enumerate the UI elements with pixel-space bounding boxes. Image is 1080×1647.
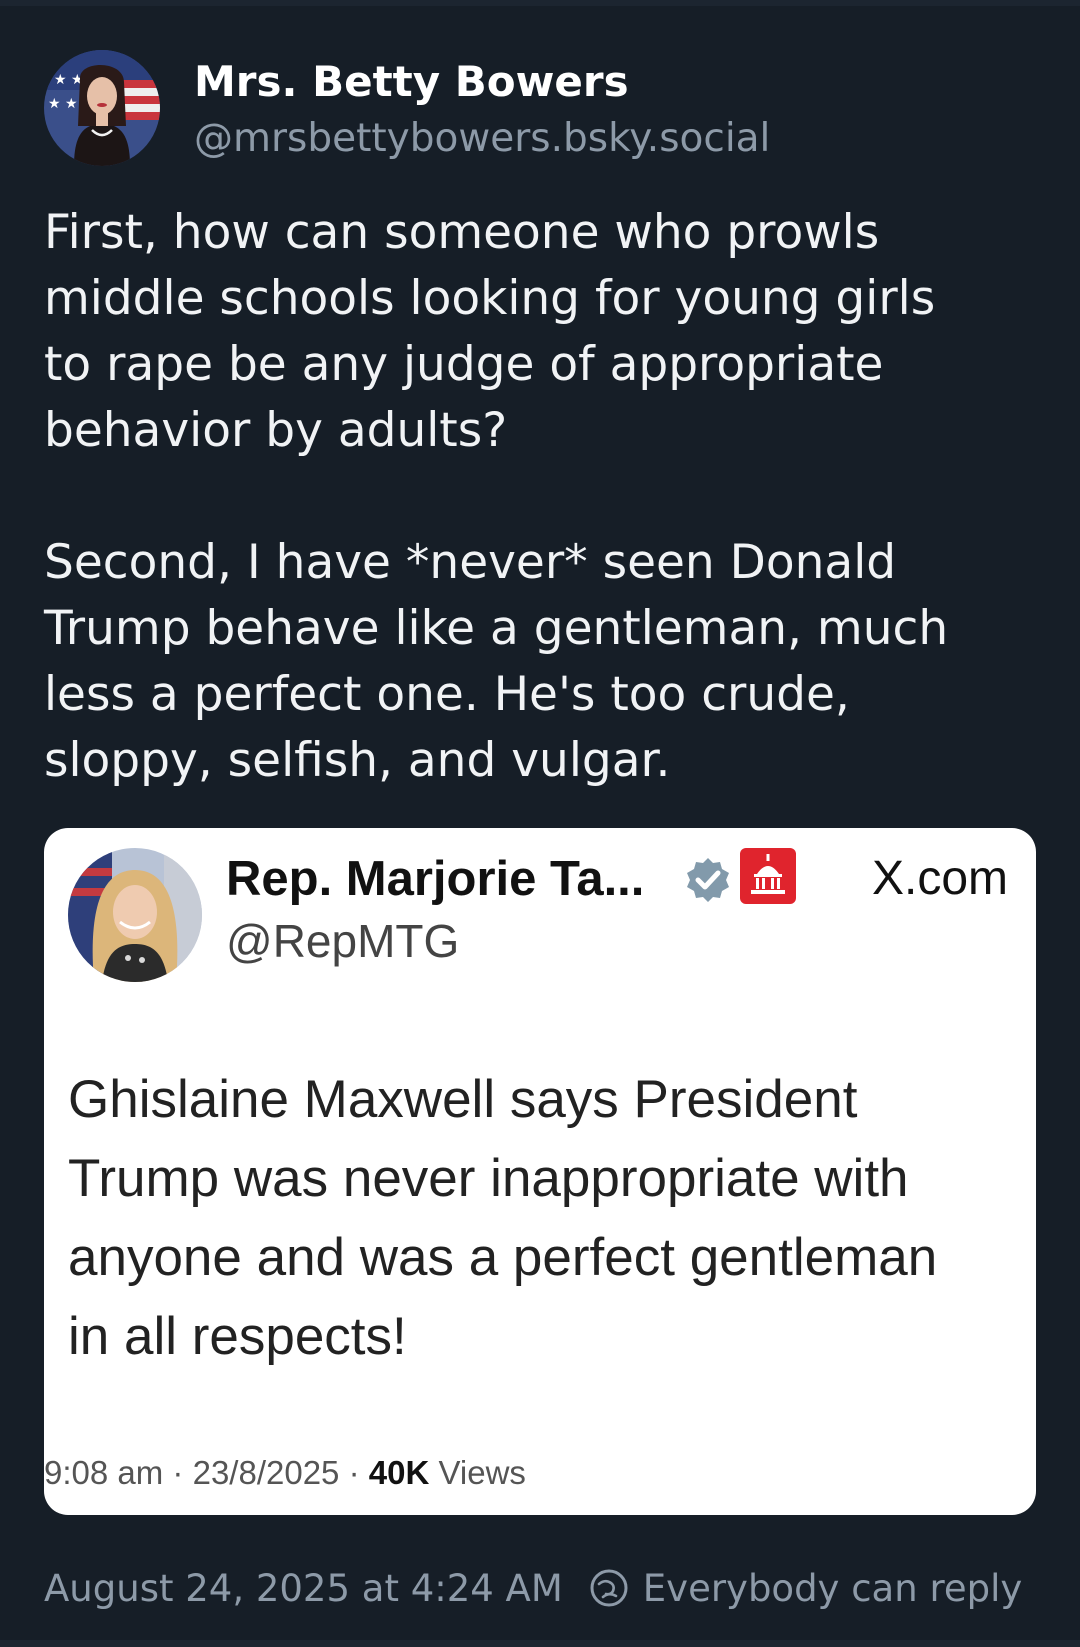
post-text-line: sloppy, selfish, and vulgar. — [44, 733, 671, 788]
post-text-line: behavior by adults? — [44, 403, 508, 458]
author-handle[interactable]: @mrsbettybowers.bsky.social — [194, 113, 770, 165]
embed-text-line: Ghislaine Maxwell says President — [68, 1070, 858, 1129]
embed-handle: @RepMTG — [226, 915, 460, 967]
svg-text:★ ★: ★ ★ — [54, 72, 84, 88]
post-text-line: Second, I have *never* seen Donald — [44, 535, 897, 590]
svg-text:★ ★: ★ ★ — [48, 96, 78, 112]
post-text-line: less a perfect one. He's too crude, — [44, 667, 850, 722]
meta-separator: · — [172, 1454, 184, 1491]
post-text-line: middle schools looking for young girls — [44, 271, 936, 326]
meta-separator: · — [348, 1454, 360, 1491]
embed-views-count: 40K — [368, 1454, 430, 1491]
post-timestamp: August 24, 2025 at 4:24 AM — [44, 1566, 563, 1610]
embed-avatar — [68, 848, 202, 982]
embed-text-line: anyone and was a perfect gentleman — [68, 1228, 938, 1287]
author-display-name[interactable]: Mrs. Betty Bowers — [194, 54, 629, 110]
bottom-divider — [0, 1640, 1080, 1647]
embed-views-label: Views — [438, 1454, 526, 1491]
verified-badge-icon — [684, 856, 732, 904]
embed-text-line: in all respects! — [68, 1307, 407, 1366]
embed-date: 23/8/2025 — [192, 1454, 340, 1491]
post-text-line: to rape be any judge of appropriate — [44, 337, 884, 392]
embedded-image[interactable]: Rep. Marjorie Ta... X.com @RepMTG Ghisla… — [44, 828, 1036, 1515]
post-text-line: First, how can someone who prowls — [44, 205, 880, 260]
everybody-reply-icon — [589, 1568, 629, 1608]
post: ★ ★ ★ ★ Mrs. Betty Bowers @mrsbettybower… — [0, 0, 1080, 1647]
embed-text: Ghislaine Maxwell says President Trump w… — [68, 1060, 1018, 1376]
post-text-line: Trump behave like a gentleman, much — [44, 601, 949, 656]
embed-metadata: 9:08 am · 23/8/2025 · 40K Views — [44, 1450, 526, 1496]
embed-text-line: Trump was never inappropriate with — [68, 1149, 909, 1208]
post-text: First, how can someone who prowls middle… — [44, 200, 1054, 794]
capitol-building-icon — [740, 848, 796, 904]
embed-source-label: X.com — [871, 852, 1008, 905]
embed-time: 9:08 am — [44, 1454, 164, 1491]
avatar-portrait-icon — [68, 848, 202, 982]
author-avatar[interactable]: ★ ★ ★ ★ — [44, 50, 160, 166]
reply-setting-label[interactable]: Everybody can reply — [643, 1567, 1022, 1610]
post-footer: August 24, 2025 at 4:24 AM Everybody can… — [44, 1560, 1022, 1616]
embed-display-name: Rep. Marjorie Ta... — [226, 852, 645, 906]
avatar-portrait-icon: ★ ★ ★ ★ — [44, 50, 160, 166]
